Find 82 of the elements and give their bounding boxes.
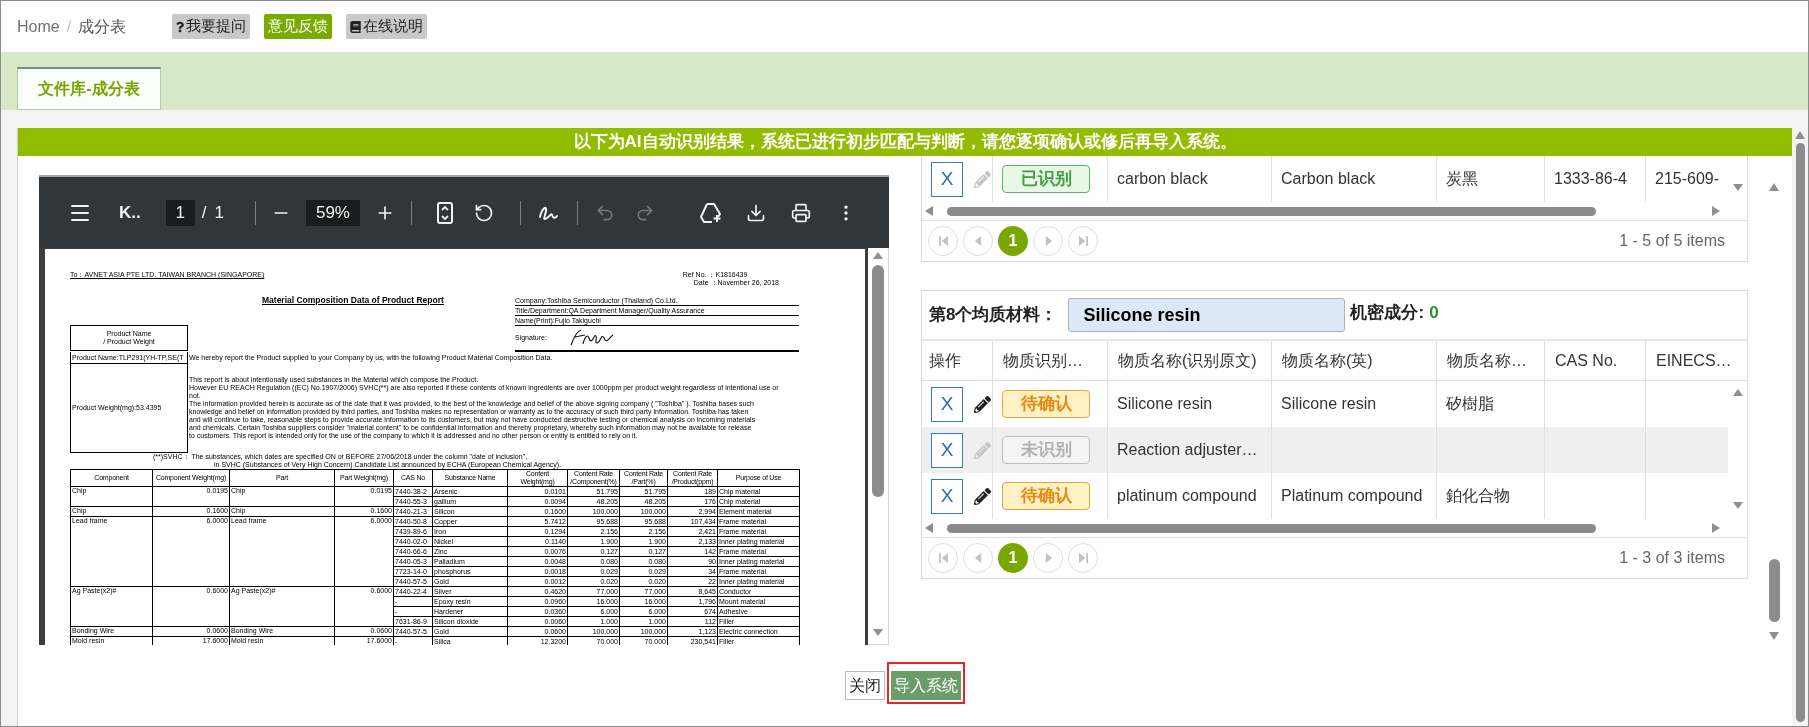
fit-page-icon[interactable]	[436, 201, 453, 224]
scroll-up-icon[interactable]	[1795, 131, 1805, 139]
prev-page-icon	[973, 236, 983, 246]
help-button[interactable]: 我要提问	[172, 14, 251, 39]
scroll-right-icon[interactable]	[1712, 523, 1720, 533]
table-cell-text: Carbon black	[1281, 169, 1376, 189]
confidential-count: 0	[1429, 302, 1439, 324]
scroll-down-icon[interactable]	[1732, 184, 1743, 191]
delete-button[interactable]: X	[931, 386, 963, 422]
table-cell-text: Platinum compound	[1281, 486, 1423, 506]
rotate-icon[interactable]	[473, 202, 494, 223]
manual-button[interactable]: 在线说明	[346, 14, 428, 39]
scroll-down-icon[interactable]	[1732, 502, 1743, 509]
table-cell-text: 215-609-	[1655, 169, 1720, 189]
table-cell-text: 炭黑	[1446, 169, 1478, 189]
scrollbar-thumb[interactable]	[1795, 143, 1805, 722]
prev-page-icon	[973, 553, 983, 563]
scroll-down-icon[interactable]	[873, 629, 883, 636]
report-title: Material Composition Data of Product Report	[262, 296, 444, 305]
scroll-up-icon[interactable]	[873, 252, 883, 259]
status-badge: 待确认	[1002, 390, 1090, 418]
table-cell-text: platinum compound	[1117, 486, 1257, 506]
signature-drawing	[568, 328, 615, 348]
next-page-icon	[1043, 553, 1053, 563]
column-header[interactable]: 物质识别…	[1003, 348, 1083, 373]
scroll-up-icon[interactable]	[1732, 389, 1743, 396]
close-button[interactable]: 关闭	[845, 671, 885, 700]
table-cell-text: Reaction adjuster…	[1117, 440, 1258, 460]
page-count: 1	[214, 201, 224, 224]
scrollbar-thumb[interactable]	[947, 206, 1596, 216]
print-icon[interactable]	[790, 202, 811, 223]
last-page-icon	[1078, 553, 1088, 563]
delete-button[interactable]: X	[931, 161, 963, 197]
add-to-drive-icon[interactable]	[699, 202, 722, 223]
column-header[interactable]: 物质名称(识别原文)	[1118, 348, 1257, 373]
confidential-label: 机密成分:	[1350, 302, 1425, 324]
breadcrumb-item: 成分表	[78, 16, 127, 37]
scroll-left-icon[interactable]	[925, 523, 933, 533]
breadcrumb-item[interactable]: Home	[17, 14, 60, 39]
status-badge: 待确认	[1002, 482, 1090, 510]
table-cell-text: 矽樹脂	[1446, 394, 1494, 414]
table-cell-text: 1333-86-4	[1554, 169, 1627, 189]
pencil-icon[interactable]	[974, 487, 991, 505]
page-number-field[interactable]: 1	[165, 199, 195, 226]
scroll-down-icon[interactable]	[1769, 632, 1779, 640]
first-page-icon	[938, 236, 948, 246]
first-page-icon	[938, 553, 948, 563]
table-row[interactable]: X 未识别 Reaction adjuster…	[922, 427, 1728, 473]
scrollbar-thumb[interactable]	[1768, 559, 1780, 622]
delete-button[interactable]: X	[931, 478, 963, 514]
scrollbar-thumb[interactable]	[872, 265, 884, 497]
status-badge: 已识别	[1002, 165, 1090, 193]
scroll-right-icon[interactable]	[1712, 206, 1720, 216]
delete-button[interactable]: X	[931, 432, 963, 468]
column-header[interactable]: 操作	[929, 348, 961, 373]
material-name-field[interactable]: Silicone resin	[1068, 298, 1346, 332]
book-icon	[350, 20, 362, 33]
scroll-up-icon[interactable]	[1769, 183, 1779, 191]
last-page-icon	[1078, 236, 1088, 246]
question-icon	[176, 20, 185, 33]
column-header[interactable]: CAS No.	[1555, 348, 1618, 373]
scroll-left-icon[interactable]	[925, 206, 933, 216]
page-separator: /	[201, 201, 207, 224]
column-header[interactable]: 物质名称(英)	[1282, 348, 1373, 373]
scrollbar-thumb[interactable]	[947, 523, 1596, 533]
table-cell-text: Silicone resin	[1117, 394, 1213, 414]
download-icon[interactable]	[745, 202, 766, 223]
column-header[interactable]: EINECS…	[1656, 348, 1732, 373]
document-title: K..	[119, 201, 141, 224]
table-cell-text: 鉑化合物	[1446, 486, 1510, 506]
status-badge: 未识别	[1002, 436, 1090, 464]
breadcrumb-separator: /	[66, 16, 72, 37]
notice-banner: 以下为AI自动识别结果，系统已进行初步匹配与判断，请您逐项确认或修后再导入系统。	[18, 128, 1792, 156]
material-label: 第8个均质材料：	[929, 304, 1058, 327]
zoom-field[interactable]: 59%	[305, 199, 360, 226]
table-cell-text: carbon black	[1117, 169, 1208, 189]
pager-summary: 1 - 5 of 5 items	[1619, 231, 1725, 251]
pencil-icon[interactable]	[974, 395, 991, 413]
table-cell-text: Silicone resin	[1281, 394, 1377, 414]
pager-summary: 1 - 3 of 3 items	[1619, 548, 1725, 568]
next-page-icon	[1043, 236, 1053, 246]
column-header[interactable]: 物质名称…	[1447, 348, 1527, 373]
